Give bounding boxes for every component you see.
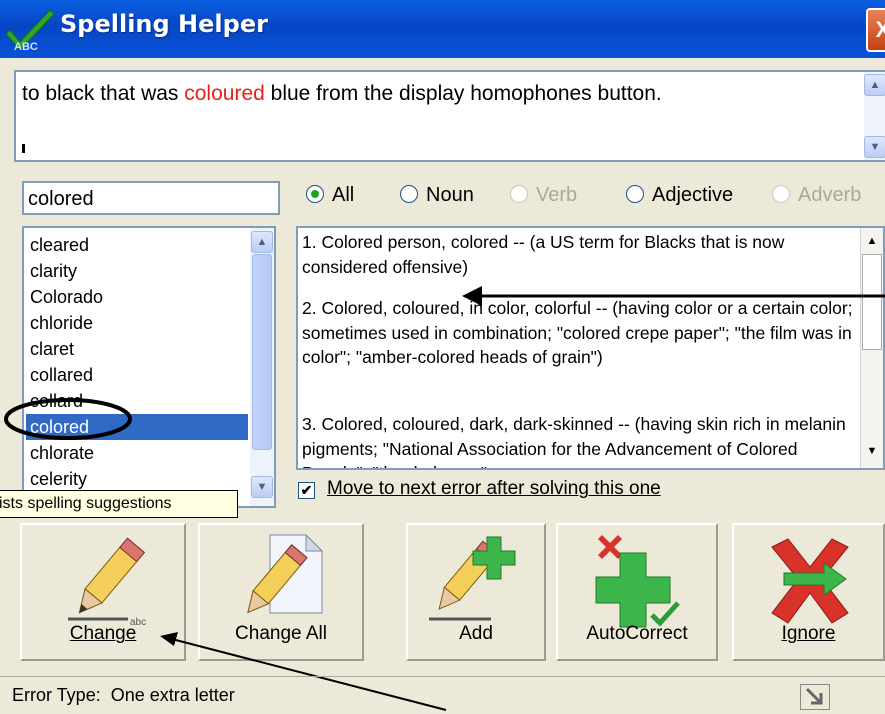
annotation-arrow-icon	[462, 286, 885, 306]
ignore-icon	[770, 538, 849, 624]
radio-all[interactable]: All	[306, 184, 354, 207]
sentence-text: to black that was coloured blue from the…	[22, 82, 662, 106]
move-next-checkbox[interactable]: ✔	[298, 482, 315, 499]
ignore-button[interactable]: Ignore	[732, 523, 885, 661]
suggestions-list[interactable]: cleared clarity Colorado chloride claret…	[22, 226, 276, 508]
list-item[interactable]: collared	[30, 362, 248, 388]
radio-verb: Verb	[510, 184, 577, 207]
definition-item: 1. Colored person, colored -- (a US term…	[302, 232, 785, 277]
resize-arrow-icon[interactable]	[800, 684, 830, 710]
annotation-circle-icon	[4, 398, 132, 440]
autocorrect-button-label: AutoCorrect	[586, 623, 688, 644]
move-next-label: Move to next error after solving this on…	[327, 478, 661, 499]
scroll-up-icon[interactable]: ▲	[863, 232, 881, 250]
definition-item: 3. Colored, coloured, dark, dark-skinned…	[302, 414, 846, 468]
radio-all-label: All	[332, 184, 355, 206]
pencil-icon: abc	[68, 537, 146, 628]
radio-adverb-label: Adverb	[798, 184, 862, 206]
radio-dot	[510, 185, 528, 203]
radio-dot	[626, 185, 644, 203]
close-button[interactable]: X	[866, 8, 885, 52]
radio-noun[interactable]: Noun	[400, 184, 474, 207]
radio-adverb: Adverb	[772, 184, 861, 207]
title-bar: ABC Spelling Helper X	[0, 0, 885, 58]
window-title: Spelling Helper	[60, 10, 268, 38]
ignore-button-label: Ignore	[781, 623, 836, 644]
list-item[interactable]: celerity	[30, 466, 248, 492]
radio-dot	[400, 185, 418, 203]
error-word: coloured	[184, 82, 265, 105]
autocorrect-icon	[595, 535, 680, 628]
list-item[interactable]: claret	[30, 336, 248, 362]
scroll-thumb[interactable]	[252, 254, 272, 450]
sentence-after: blue from the display homophones button.	[264, 82, 662, 105]
sentence-scrollbar[interactable]: ▲ ▼	[864, 72, 885, 160]
list-item[interactable]: clarity	[30, 258, 248, 284]
replacement-word-input[interactable]: colored	[22, 181, 280, 215]
radio-verb-label: Verb	[536, 184, 578, 206]
scroll-down-icon[interactable]: ▼	[863, 442, 881, 460]
radio-dot	[772, 185, 790, 203]
radio-adjective[interactable]: Adjective	[626, 184, 733, 207]
autocorrect-button[interactable]: AutoCorrect	[556, 523, 718, 661]
spellcheck-icon: ABC	[6, 9, 55, 52]
radio-noun-label: Noun	[426, 184, 474, 206]
scroll-down-icon[interactable]: ▼	[864, 136, 885, 158]
list-item[interactable]: Colorado	[30, 284, 248, 310]
scroll-down-icon[interactable]: ▼	[251, 476, 273, 498]
definitions-panel[interactable]: 1. Colored person, colored -- (a US term…	[296, 226, 885, 470]
list-item[interactable]: chloride	[30, 310, 248, 336]
suggestions-scrollbar[interactable]: ▲ ▼	[250, 228, 274, 506]
radio-adjective-label: Adjective	[652, 184, 734, 206]
sentence-context-box[interactable]: to black that was coloured blue from the…	[14, 70, 885, 162]
svg-text:ABC: ABC	[14, 41, 38, 52]
status-bar: Error Type: One extra letter	[0, 676, 885, 711]
tooltip: ists spelling suggestions	[0, 490, 238, 518]
error-type-text: Error Type: One extra letter	[12, 685, 235, 705]
scroll-up-icon[interactable]: ▲	[864, 74, 885, 96]
radio-dot	[306, 185, 324, 203]
definitions-scrollbar[interactable]: ▲ ▼	[860, 228, 883, 468]
move-next-option[interactable]: ✔ Move to next error after solving this o…	[298, 478, 661, 500]
text-caret	[22, 144, 25, 153]
list-item[interactable]: cleared	[30, 232, 248, 258]
scroll-up-icon[interactable]: ▲	[251, 231, 273, 253]
sentence-before: to black that was	[22, 82, 185, 105]
